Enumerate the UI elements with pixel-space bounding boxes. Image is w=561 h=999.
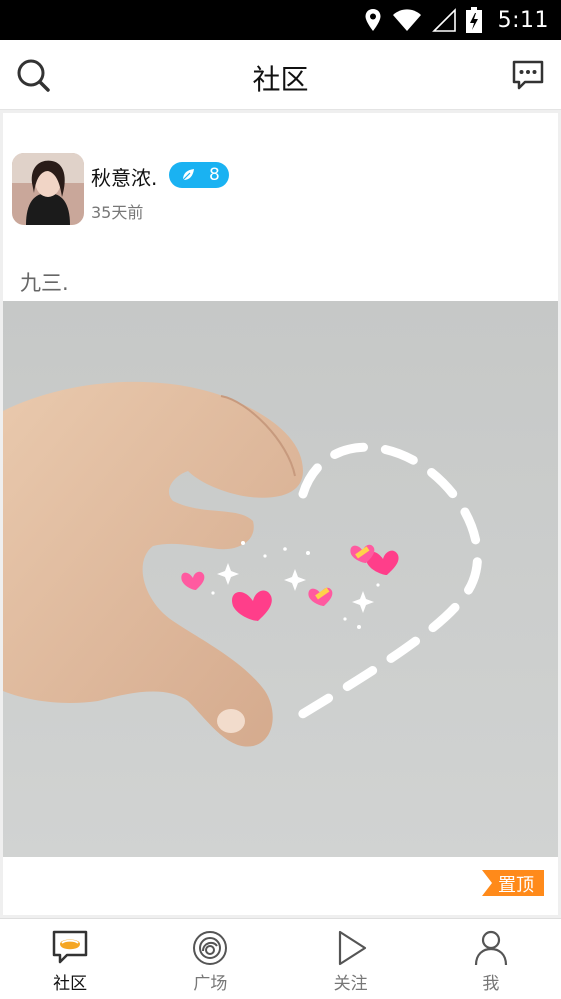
- status-bar: 5:11: [0, 0, 561, 40]
- level-number: 8: [209, 165, 220, 185]
- plaza-icon: [193, 931, 228, 965]
- leaf-icon: [182, 169, 194, 181]
- tab-plaza[interactable]: 广场: [140, 919, 280, 999]
- post-image[interactable]: [3, 301, 558, 857]
- clock: 5:11: [497, 7, 549, 33]
- play-icon: [338, 930, 366, 966]
- location-icon: [365, 9, 381, 31]
- message-icon: [512, 60, 544, 90]
- signal-icon: [431, 8, 456, 32]
- messages-button[interactable]: [511, 58, 545, 92]
- tab-label: 我: [482, 974, 500, 994]
- post-text: 九三.: [20, 271, 69, 295]
- tab-label: 广场: [193, 974, 228, 994]
- tab-community[interactable]: 社区: [0, 919, 140, 999]
- tab-label: 社区: [53, 974, 88, 994]
- page-title: 社区: [252, 63, 309, 96]
- tab-me[interactable]: 我: [421, 919, 561, 999]
- bottom-tab-bar: 社区 广场 关注 我: [0, 918, 561, 999]
- username[interactable]: 秋意浓.: [91, 162, 157, 191]
- header: 社区: [0, 40, 561, 110]
- pinned-label: 置顶: [498, 875, 534, 896]
- community-icon: [52, 930, 88, 964]
- post-card[interactable]: 秋意浓. 8 35天前 九三. 置顶: [3, 113, 558, 915]
- wifi-icon: [392, 9, 421, 31]
- tab-label: 关注: [333, 974, 368, 994]
- tab-following[interactable]: 关注: [281, 919, 421, 999]
- avatar[interactable]: [12, 153, 84, 225]
- person-icon: [474, 930, 507, 966]
- post-time: 35天前: [91, 203, 144, 222]
- pinned-badge: 置顶: [482, 870, 544, 896]
- level-badge: 8: [169, 162, 229, 188]
- battery-icon: [465, 7, 482, 33]
